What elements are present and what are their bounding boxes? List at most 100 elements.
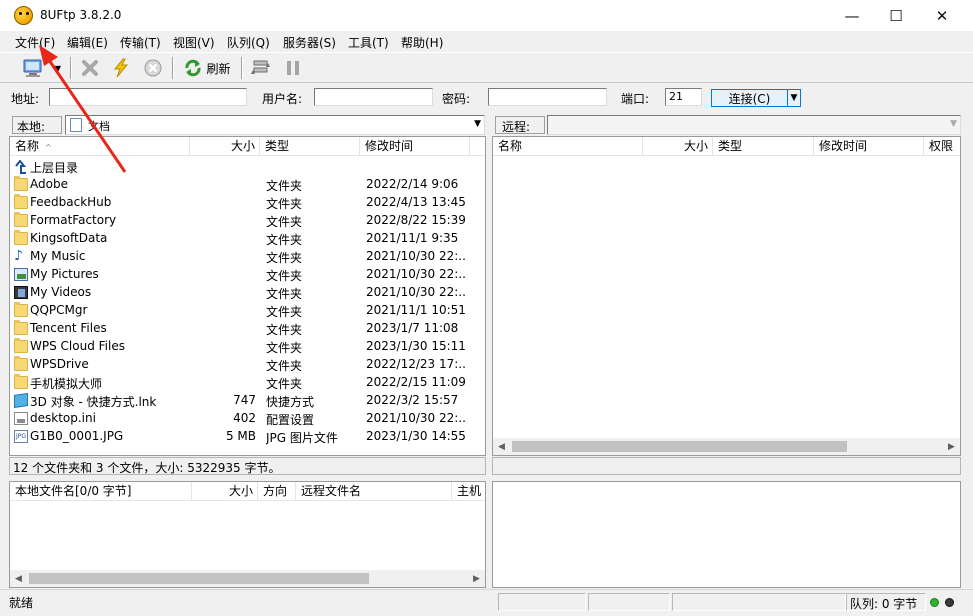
file-type: 快捷方式 [266, 395, 315, 409]
file-size: 402 [233, 411, 256, 425]
transfer-queue-icon[interactable] [249, 56, 273, 80]
remote-summary [492, 457, 961, 475]
status-cell [588, 593, 670, 611]
scroll-right-icon[interactable]: ▶ [468, 570, 485, 587]
local-file-row[interactable]: FormatFactory 文件夹 2022/8/22 15:39 [10, 212, 485, 230]
file-name: QQPCMgr [30, 303, 88, 317]
local-file-row[interactable]: KingsoftData 文件夹 2021/11/1 9:35 [10, 230, 485, 248]
local-file-row[interactable]: WPS Cloud Files 文件夹 2023/1/30 15:11 [10, 338, 485, 356]
local-path-label: 本地: [12, 116, 62, 134]
remote-list-header: 名称 大小 类型 修改时间 权限 [493, 137, 960, 156]
disconnect-icon[interactable] [78, 56, 102, 80]
menu-transfer[interactable]: 传输(T) [120, 34, 161, 51]
username-label: 用户名: [262, 92, 303, 106]
queue-col-host[interactable]: 主机 [452, 482, 492, 501]
refresh-button[interactable]: 刷新 [180, 56, 234, 80]
local-file-row[interactable]: JPG G1B0_0001.JPG 5 MB JPG 图片文件 2023/1/30 14… [10, 428, 485, 446]
file-name: My Music [30, 249, 86, 263]
jpg-file-icon: JPG [14, 430, 28, 443]
local-file-row[interactable]: WPSDrive 文件夹 2022/12/23 17:... [10, 356, 485, 374]
scroll-left-icon[interactable]: ◀ [493, 438, 510, 455]
local-file-row[interactable]: My Pictures 文件夹 2021/10/30 22:... [10, 266, 485, 284]
password-input[interactable] [488, 88, 607, 106]
local-file-row[interactable]: FeedbackHub 文件夹 2022/4/13 13:45 [10, 194, 485, 212]
parent-directory-row[interactable]: 上层目录 [10, 158, 485, 176]
local-file-row[interactable]: Tencent Files 文件夹 2023/1/7 11:08 [10, 320, 485, 338]
folder-icon [14, 374, 28, 389]
file-name: WPS Cloud Files [30, 339, 125, 353]
port-label: 端口: [621, 92, 650, 106]
site-manager-icon[interactable] [20, 56, 46, 80]
file-type: 配置设置 [266, 413, 315, 427]
port-input[interactable]: 21 [665, 88, 702, 106]
file-modified: 2021/10/30 22:... [366, 249, 466, 263]
file-name: desktop.ini [30, 411, 96, 425]
local-col-size[interactable]: 大小 [190, 137, 260, 156]
local-path-combo[interactable]: 文档 ▼ [65, 115, 485, 135]
close-button[interactable]: ✕ [919, 0, 965, 31]
local-file-row[interactable]: Adobe 文件夹 2022/2/14 9:06 [10, 176, 485, 194]
file-type: 文件夹 [266, 305, 303, 319]
toolbar-separator [241, 57, 243, 79]
remote-col-permissions[interactable]: 权限 [924, 137, 964, 156]
local-file-row[interactable]: QQPCMgr 文件夹 2021/11/1 10:51 [10, 302, 485, 320]
local-file-row[interactable]: 手机模拟大师 文件夹 2022/2/15 11:09 [10, 374, 485, 392]
quick-connect-icon[interactable] [109, 56, 133, 80]
menu-tools[interactable]: 工具(T) [348, 34, 389, 51]
remote-col-type[interactable]: 类型 [713, 137, 814, 156]
minimize-button[interactable]: — [829, 0, 875, 31]
menu-edit[interactable]: 编辑(E) [67, 34, 108, 51]
queue-col-size[interactable]: 大小 [192, 482, 258, 501]
transfer-queue-list: 本地文件名[0/0 字节] 大小 方向 远程文件名 主机 ◀ ▶ [9, 481, 486, 588]
local-file-row[interactable]: desktop.ini 402 配置设置 2021/10/30 22:... [10, 410, 485, 428]
local-col-type[interactable]: 类型 [260, 137, 360, 156]
queue-horizontal-scrollbar[interactable]: ◀ ▶ [10, 570, 485, 587]
remote-path-dropdown-icon[interactable]: ▼ [950, 119, 957, 129]
app-logo-icon [14, 6, 33, 25]
file-modified: 2022/8/22 15:39 [366, 213, 466, 227]
file-type: JPG 图片文件 [266, 431, 338, 445]
menu-view[interactable]: 视图(V) [173, 34, 215, 51]
queue-col-local[interactable]: 本地文件名[0/0 字节] [10, 482, 192, 501]
remote-horizontal-scrollbar[interactable]: ◀ ▶ [493, 438, 960, 455]
remote-col-name[interactable]: 名称 [493, 137, 643, 156]
scroll-right-icon[interactable]: ▶ [943, 438, 960, 455]
queue-header: 本地文件名[0/0 字节] 大小 方向 远程文件名 主机 [10, 482, 485, 501]
file-type: 文件夹 [266, 233, 303, 247]
stop-icon[interactable] [141, 56, 165, 80]
file-name: Tencent Files [30, 321, 107, 335]
menu-file[interactable]: 文件(F) [15, 34, 55, 51]
menu-help[interactable]: 帮助(H) [401, 34, 443, 51]
file-modified: 2023/1/30 14:55 [366, 429, 466, 443]
local-col-modified[interactable]: 修改时间 [360, 137, 470, 156]
file-type: 文件夹 [266, 179, 303, 193]
pause-icon[interactable] [282, 56, 304, 80]
local-file-row[interactable]: 3D 对象 - 快捷方式.lnk 747 快捷方式 2022/3/2 15:57 [10, 392, 485, 410]
scroll-thumb[interactable] [29, 573, 369, 584]
status-cell [672, 593, 846, 611]
folder-icon [14, 338, 28, 353]
remote-col-size[interactable]: 大小 [643, 137, 713, 156]
site-manager-dropdown-icon[interactable]: ▼ [52, 56, 64, 80]
menu-server[interactable]: 服务器(S) [283, 34, 336, 51]
refresh-icon [185, 59, 201, 77]
username-input[interactable] [314, 88, 433, 106]
queue-col-direction[interactable]: 方向 [258, 482, 296, 501]
local-col-name[interactable]: 名称 ^ [10, 137, 190, 156]
remote-path-combo[interactable]: ▼ [547, 115, 961, 135]
connect-button[interactable]: 连接(C) [711, 89, 788, 107]
file-modified: 2023/1/30 15:11 [366, 339, 466, 353]
file-name: My Pictures [30, 267, 99, 281]
maximize-button[interactable]: ☐ [873, 0, 919, 31]
local-file-row[interactable]: My Videos 文件夹 2021/10/30 22:... [10, 284, 485, 302]
scroll-left-icon[interactable]: ◀ [10, 570, 27, 587]
queue-col-remote[interactable]: 远程文件名 [296, 482, 452, 501]
address-input[interactable] [49, 88, 247, 106]
menu-queue[interactable]: 队列(Q) [227, 34, 270, 51]
scroll-thumb[interactable] [512, 441, 847, 452]
local-path-dropdown-icon[interactable]: ▼ [474, 119, 481, 129]
local-file-row[interactable]: ♪ My Music 文件夹 2021/10/30 22:... [10, 248, 485, 266]
status-cell [498, 593, 586, 611]
remote-col-modified[interactable]: 修改时间 [814, 137, 924, 156]
connect-dropdown-icon[interactable]: ▼ [788, 89, 801, 107]
